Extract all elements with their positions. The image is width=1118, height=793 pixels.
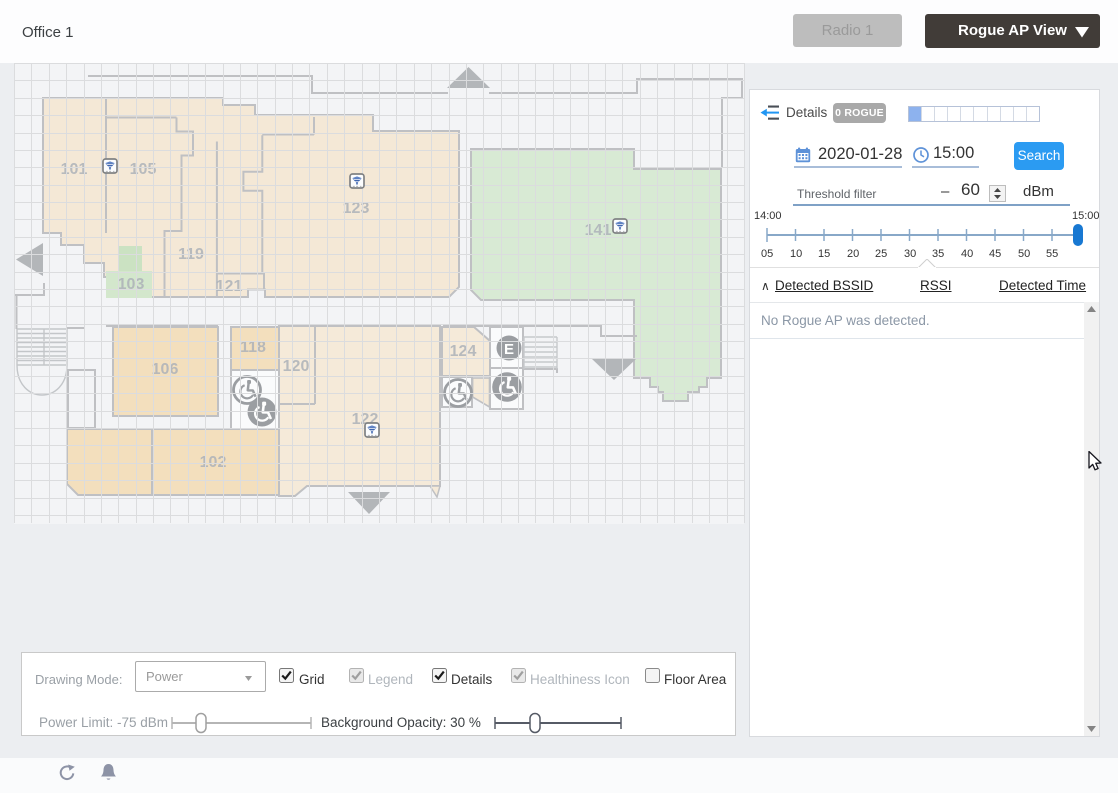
svg-text:105: 105 [130,161,157,178]
svg-text:103: 103 [118,276,145,293]
svg-text:102: 102 [200,454,227,471]
svg-text:121: 121 [216,278,243,295]
svg-text:124: 124 [450,343,477,360]
svg-text:106: 106 [152,361,179,378]
svg-text:E: E [504,341,514,358]
svg-text:120: 120 [283,358,310,375]
svg-text:101: 101 [61,161,88,178]
